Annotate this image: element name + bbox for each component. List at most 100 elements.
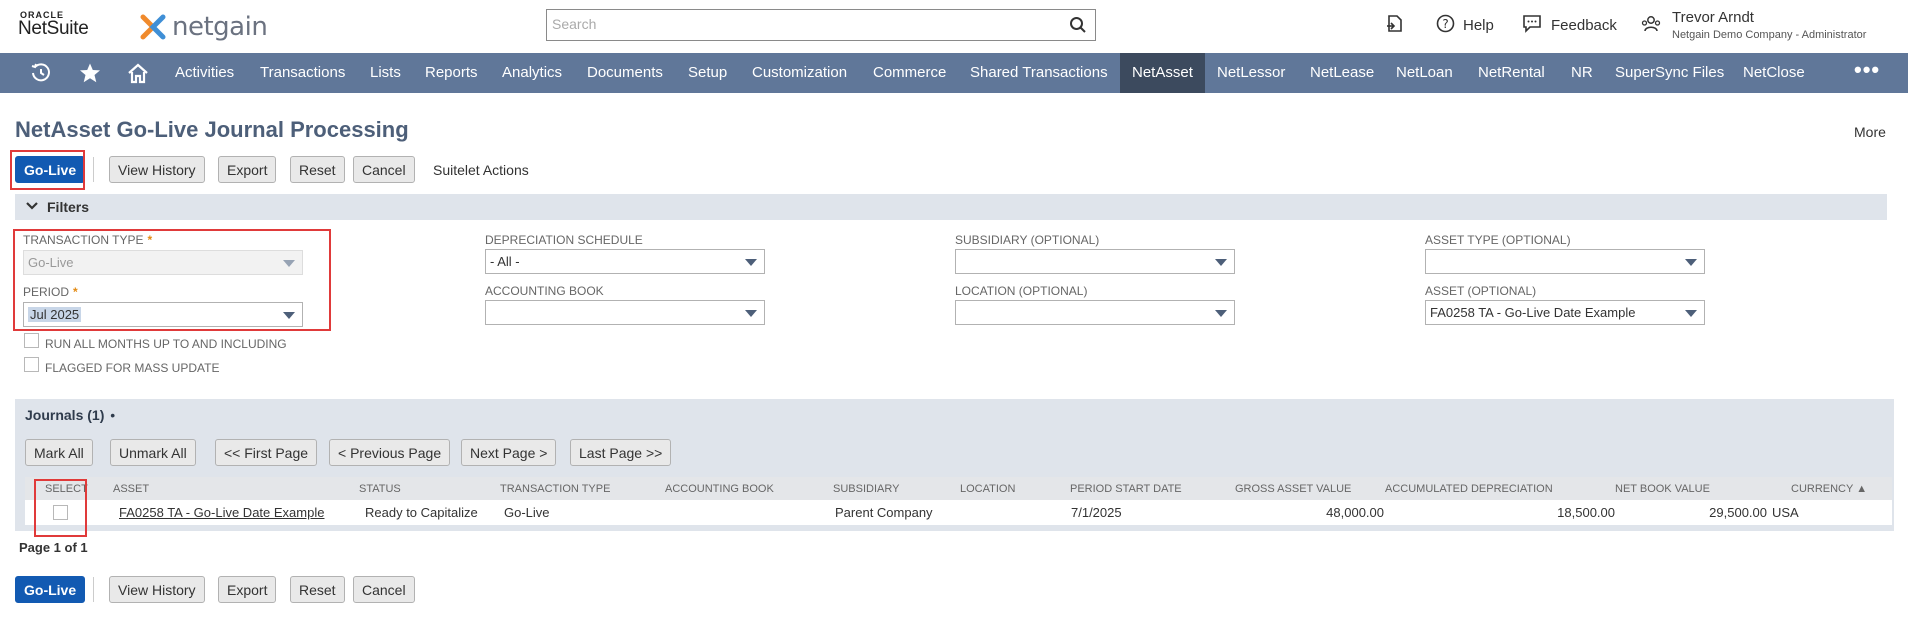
mark-all-button[interactable]: Mark All [25, 439, 93, 466]
net-book-value-cell: 29,500.00 [1615, 500, 1767, 525]
col-currency[interactable]: CURRENCY ▲ [1767, 477, 1892, 500]
cancel-button-bottom[interactable]: Cancel [353, 576, 415, 603]
button-separator [93, 157, 94, 182]
transaction-type-cell: Go-Live [500, 500, 665, 525]
export-button[interactable]: Export [218, 156, 277, 183]
col-accumulated-depreciation[interactable]: ACCUMULATED DEPRECIATION [1385, 477, 1615, 500]
asset-link[interactable]: FA0258 TA - Go-Live Date Example [119, 505, 324, 520]
period-select[interactable]: Jul 2025 [23, 302, 303, 327]
row-select-checkbox[interactable] [53, 505, 68, 520]
page-count: Page 1 of 1 [19, 540, 88, 555]
search-input[interactable] [552, 10, 1052, 38]
asset-type-label: ASSET TYPE (OPTIONAL) [1425, 233, 1571, 247]
subsidiary-label: SUBSIDIARY (OPTIONAL) [955, 233, 1100, 247]
nav-more-menu[interactable]: ••• [1854, 53, 1880, 93]
next-page-button[interactable]: Next Page > [461, 439, 557, 466]
nav-supersync-files[interactable]: SuperSync Files [1603, 53, 1736, 93]
nav-analytics[interactable]: Analytics [490, 53, 574, 93]
transaction-type-select[interactable]: Go-Live [23, 250, 303, 275]
journals-table: SELECT ASSET STATUS TRANSACTION TYPE ACC… [25, 477, 1892, 525]
run-all-months-label: RUN ALL MONTHS UP TO AND INCLUDING [45, 337, 287, 351]
status-cell: Ready to Capitalize [359, 500, 500, 525]
nav-activities[interactable]: Activities [163, 53, 246, 93]
col-accounting-book[interactable]: ACCOUNTING BOOK [665, 477, 833, 500]
global-search[interactable] [546, 9, 1096, 41]
depreciation-schedule-select[interactable]: - All - [485, 249, 765, 274]
last-page-button[interactable]: Last Page >> [570, 439, 672, 466]
flagged-mass-update-label: FLAGGED FOR MASS UPDATE [45, 361, 220, 375]
help-link[interactable]: Help [1463, 17, 1494, 34]
recent-history-icon[interactable] [30, 62, 52, 84]
netgain-logo-text: netgain [172, 12, 268, 42]
go-live-button[interactable]: Go-Live [15, 156, 86, 183]
nav-netclose[interactable]: NetClose [1731, 53, 1817, 93]
asset-type-select[interactable] [1425, 249, 1705, 274]
search-icon[interactable] [1069, 16, 1087, 34]
nav-netloan[interactable]: NetLoan [1384, 53, 1465, 93]
col-period-start-date[interactable]: PERIOD START DATE [1070, 477, 1235, 500]
cancel-button[interactable]: Cancel [353, 156, 415, 183]
nav-lists[interactable]: Lists [358, 53, 413, 93]
col-subsidiary[interactable]: SUBSIDIARY [833, 477, 960, 500]
nav-transactions[interactable]: Transactions [248, 53, 357, 93]
col-net-book-value[interactable]: NET BOOK VALUE [1615, 477, 1767, 500]
export-button-bottom[interactable]: Export [218, 576, 277, 603]
reset-button-bottom[interactable]: Reset [290, 576, 345, 603]
view-history-button[interactable]: View History [109, 156, 205, 183]
chevron-down-icon[interactable] [25, 199, 39, 213]
main-navigation: Activities Transactions Lists Reports An… [0, 53, 1908, 93]
nav-netlessor[interactable]: NetLessor [1205, 53, 1297, 93]
col-gross-asset-value[interactable]: GROSS ASSET VALUE [1235, 477, 1385, 500]
nav-documents[interactable]: Documents [575, 53, 675, 93]
location-cell [960, 500, 1070, 525]
nav-netlease[interactable]: NetLease [1298, 53, 1386, 93]
dropdown-arrow-icon [1685, 310, 1697, 317]
accumulated-depreciation-cell: 18,500.00 [1385, 500, 1615, 525]
netsuite-logo-text[interactable]: NetSuite [18, 18, 89, 40]
first-page-button[interactable]: << First Page [215, 439, 318, 466]
table-row: FA0258 TA - Go-Live Date Example Ready t… [25, 500, 1892, 525]
col-asset[interactable]: ASSET [113, 477, 359, 500]
col-select[interactable]: SELECT [25, 477, 113, 500]
flagged-mass-update-checkbox[interactable] [24, 357, 39, 372]
location-select[interactable] [955, 300, 1235, 325]
home-icon[interactable] [127, 62, 149, 84]
help-icon[interactable]: ? [1436, 14, 1455, 33]
nav-nr[interactable]: NR [1559, 53, 1605, 93]
favorites-star-icon[interactable] [79, 62, 101, 84]
nav-setup[interactable]: Setup [676, 53, 739, 93]
nav-netrental[interactable]: NetRental [1466, 53, 1557, 93]
accounting-book-label: ACCOUNTING BOOK [485, 284, 604, 298]
user-role[interactable]: Netgain Demo Company - Administrator [1672, 29, 1866, 41]
subsidiary-select[interactable] [955, 249, 1235, 274]
journals-tab[interactable]: Journals (1) • [25, 407, 115, 423]
more-link[interactable]: More [1854, 124, 1886, 140]
nav-reports[interactable]: Reports [413, 53, 490, 93]
previous-page-button[interactable]: < Previous Page [329, 439, 451, 466]
user-roles-icon[interactable] [1641, 14, 1661, 34]
run-all-months-checkbox[interactable] [24, 333, 39, 348]
unmark-all-button[interactable]: Unmark All [110, 439, 196, 466]
feedback-icon[interactable] [1522, 14, 1542, 33]
col-location[interactable]: LOCATION [960, 477, 1070, 500]
go-live-button-bottom[interactable]: Go-Live [15, 576, 86, 603]
nav-netasset[interactable]: NetAsset [1120, 53, 1205, 93]
view-history-button-bottom[interactable]: View History [109, 576, 205, 603]
accounting-book-select[interactable] [485, 300, 765, 325]
recent-records-icon[interactable] [1386, 14, 1404, 34]
nav-shared-transactions[interactable]: Shared Transactions [958, 53, 1120, 93]
subsidiary-cell: Parent Company [833, 500, 960, 525]
nav-customization[interactable]: Customization [740, 53, 859, 93]
nav-commerce[interactable]: Commerce [861, 53, 958, 93]
required-marker: * [73, 285, 78, 299]
user-name[interactable]: Trevor Arndt [1672, 9, 1754, 26]
reset-button[interactable]: Reset [290, 156, 345, 183]
location-label: LOCATION (OPTIONAL) [955, 284, 1088, 298]
filters-section-header[interactable]: Filters [15, 194, 1887, 220]
suitelet-actions-link[interactable]: Suitelet Actions [433, 162, 529, 178]
col-status[interactable]: STATUS [359, 477, 500, 500]
dropdown-arrow-icon [283, 260, 295, 267]
asset-select[interactable]: FA0258 TA - Go-Live Date Example [1425, 300, 1705, 325]
feedback-link[interactable]: Feedback [1551, 17, 1617, 34]
col-transaction-type[interactable]: TRANSACTION TYPE [500, 477, 665, 500]
